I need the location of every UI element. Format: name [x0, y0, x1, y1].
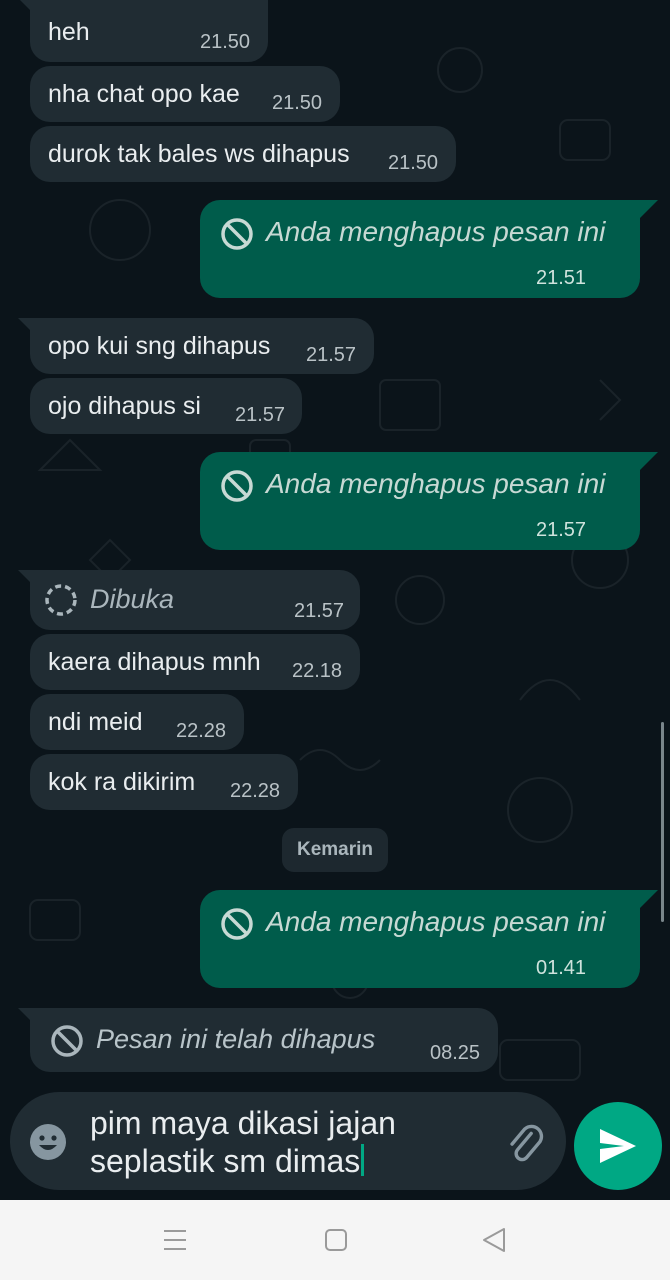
- ban-icon: [221, 218, 253, 250]
- text-cursor: [361, 1144, 365, 1176]
- send-button[interactable]: [574, 1102, 662, 1190]
- message-incoming[interactable]: durok tak bales ws dihapus 21.50: [30, 126, 456, 182]
- message-time: 22.18: [292, 660, 343, 682]
- message-outgoing-deleted[interactable]: Anda menghapus pesan ini 21.57: [200, 452, 640, 550]
- message-incoming[interactable]: heh 21.50: [30, 0, 268, 62]
- message-time: 21.57: [235, 404, 286, 426]
- home-square-icon[interactable]: [324, 1228, 348, 1252]
- message-time: 21.57: [536, 519, 587, 541]
- message-incoming[interactable]: opo kui sng dihapus 21.57: [30, 318, 374, 374]
- message-incoming[interactable]: kaera dihapus mnh 22.18: [30, 634, 360, 690]
- message-text: nha chat opo kae: [48, 80, 240, 108]
- system-navigation-bar: [0, 1200, 670, 1280]
- message-time: 21.50: [388, 152, 439, 174]
- message-time: 21.57: [306, 344, 357, 366]
- message-text: kok ra dikirim: [48, 768, 196, 796]
- ban-icon: [221, 908, 253, 940]
- message-time: 08.25: [430, 1042, 481, 1064]
- message-time: 21.51: [536, 267, 587, 289]
- message-incoming-deleted[interactable]: Pesan ini telah dihapus 08.25: [30, 1008, 498, 1072]
- message-text: heh: [48, 18, 90, 46]
- message-time: 21.50: [272, 92, 323, 114]
- chat-area[interactable]: heh 21.50 nha chat opo kae 21.50 durok t…: [0, 0, 670, 1200]
- message-incoming[interactable]: ndi meid 22.28: [30, 694, 244, 750]
- emoji-icon[interactable]: [28, 1122, 68, 1162]
- date-separator: Kemarin: [282, 828, 388, 872]
- message-outgoing-deleted[interactable]: Anda menghapus pesan ini 01.41: [200, 890, 640, 988]
- message-time: 22.28: [230, 780, 281, 802]
- back-triangle-icon[interactable]: [481, 1227, 507, 1253]
- message-incoming[interactable]: kok ra dikirim 22.28: [30, 754, 298, 810]
- paperclip-icon[interactable]: [502, 1120, 548, 1166]
- message-incoming[interactable]: ojo dihapus si 21.57: [30, 378, 302, 434]
- message-time: 21.57: [294, 600, 345, 622]
- scrollbar[interactable]: [661, 722, 664, 922]
- message-view-once-opened[interactable]: Dibuka 21.57: [30, 570, 360, 630]
- ban-icon: [221, 470, 253, 502]
- message-text: Dibuka: [90, 584, 175, 614]
- message-text: kaera dihapus mnh: [48, 648, 261, 676]
- send-icon: [600, 1129, 636, 1163]
- message-input-text[interactable]: pim maya dikasi jajan seplastik sm dimas: [90, 1104, 490, 1180]
- message-text: ndi meid: [48, 708, 143, 736]
- menu-icon[interactable]: [163, 1228, 187, 1252]
- message-text: ojo dihapus si: [48, 392, 201, 420]
- message-incoming[interactable]: nha chat opo kae 21.50: [30, 66, 340, 122]
- message-time: 22.28: [176, 720, 227, 742]
- message-input[interactable]: pim maya dikasi jajan seplastik sm dimas: [10, 1092, 566, 1190]
- message-text: Anda menghapus pesan ini: [266, 468, 606, 499]
- input-line-2: seplastik sm dimas: [90, 1143, 361, 1179]
- message-time: 01.41: [536, 957, 587, 979]
- message-text: Anda menghapus pesan ini: [266, 216, 606, 247]
- message-outgoing-deleted[interactable]: Anda menghapus pesan ini 21.51: [200, 200, 640, 298]
- message-text: Pesan ini telah dihapus: [96, 1024, 376, 1054]
- ban-icon: [51, 1025, 83, 1057]
- message-text: Anda menghapus pesan ini: [266, 906, 606, 937]
- message-time: 21.50: [200, 31, 251, 53]
- message-text: opo kui sng dihapus: [48, 332, 271, 360]
- input-line-1: pim maya dikasi jajan: [90, 1105, 396, 1141]
- view-once-icon: [45, 584, 77, 616]
- message-text: durok tak bales ws dihapus: [48, 140, 350, 168]
